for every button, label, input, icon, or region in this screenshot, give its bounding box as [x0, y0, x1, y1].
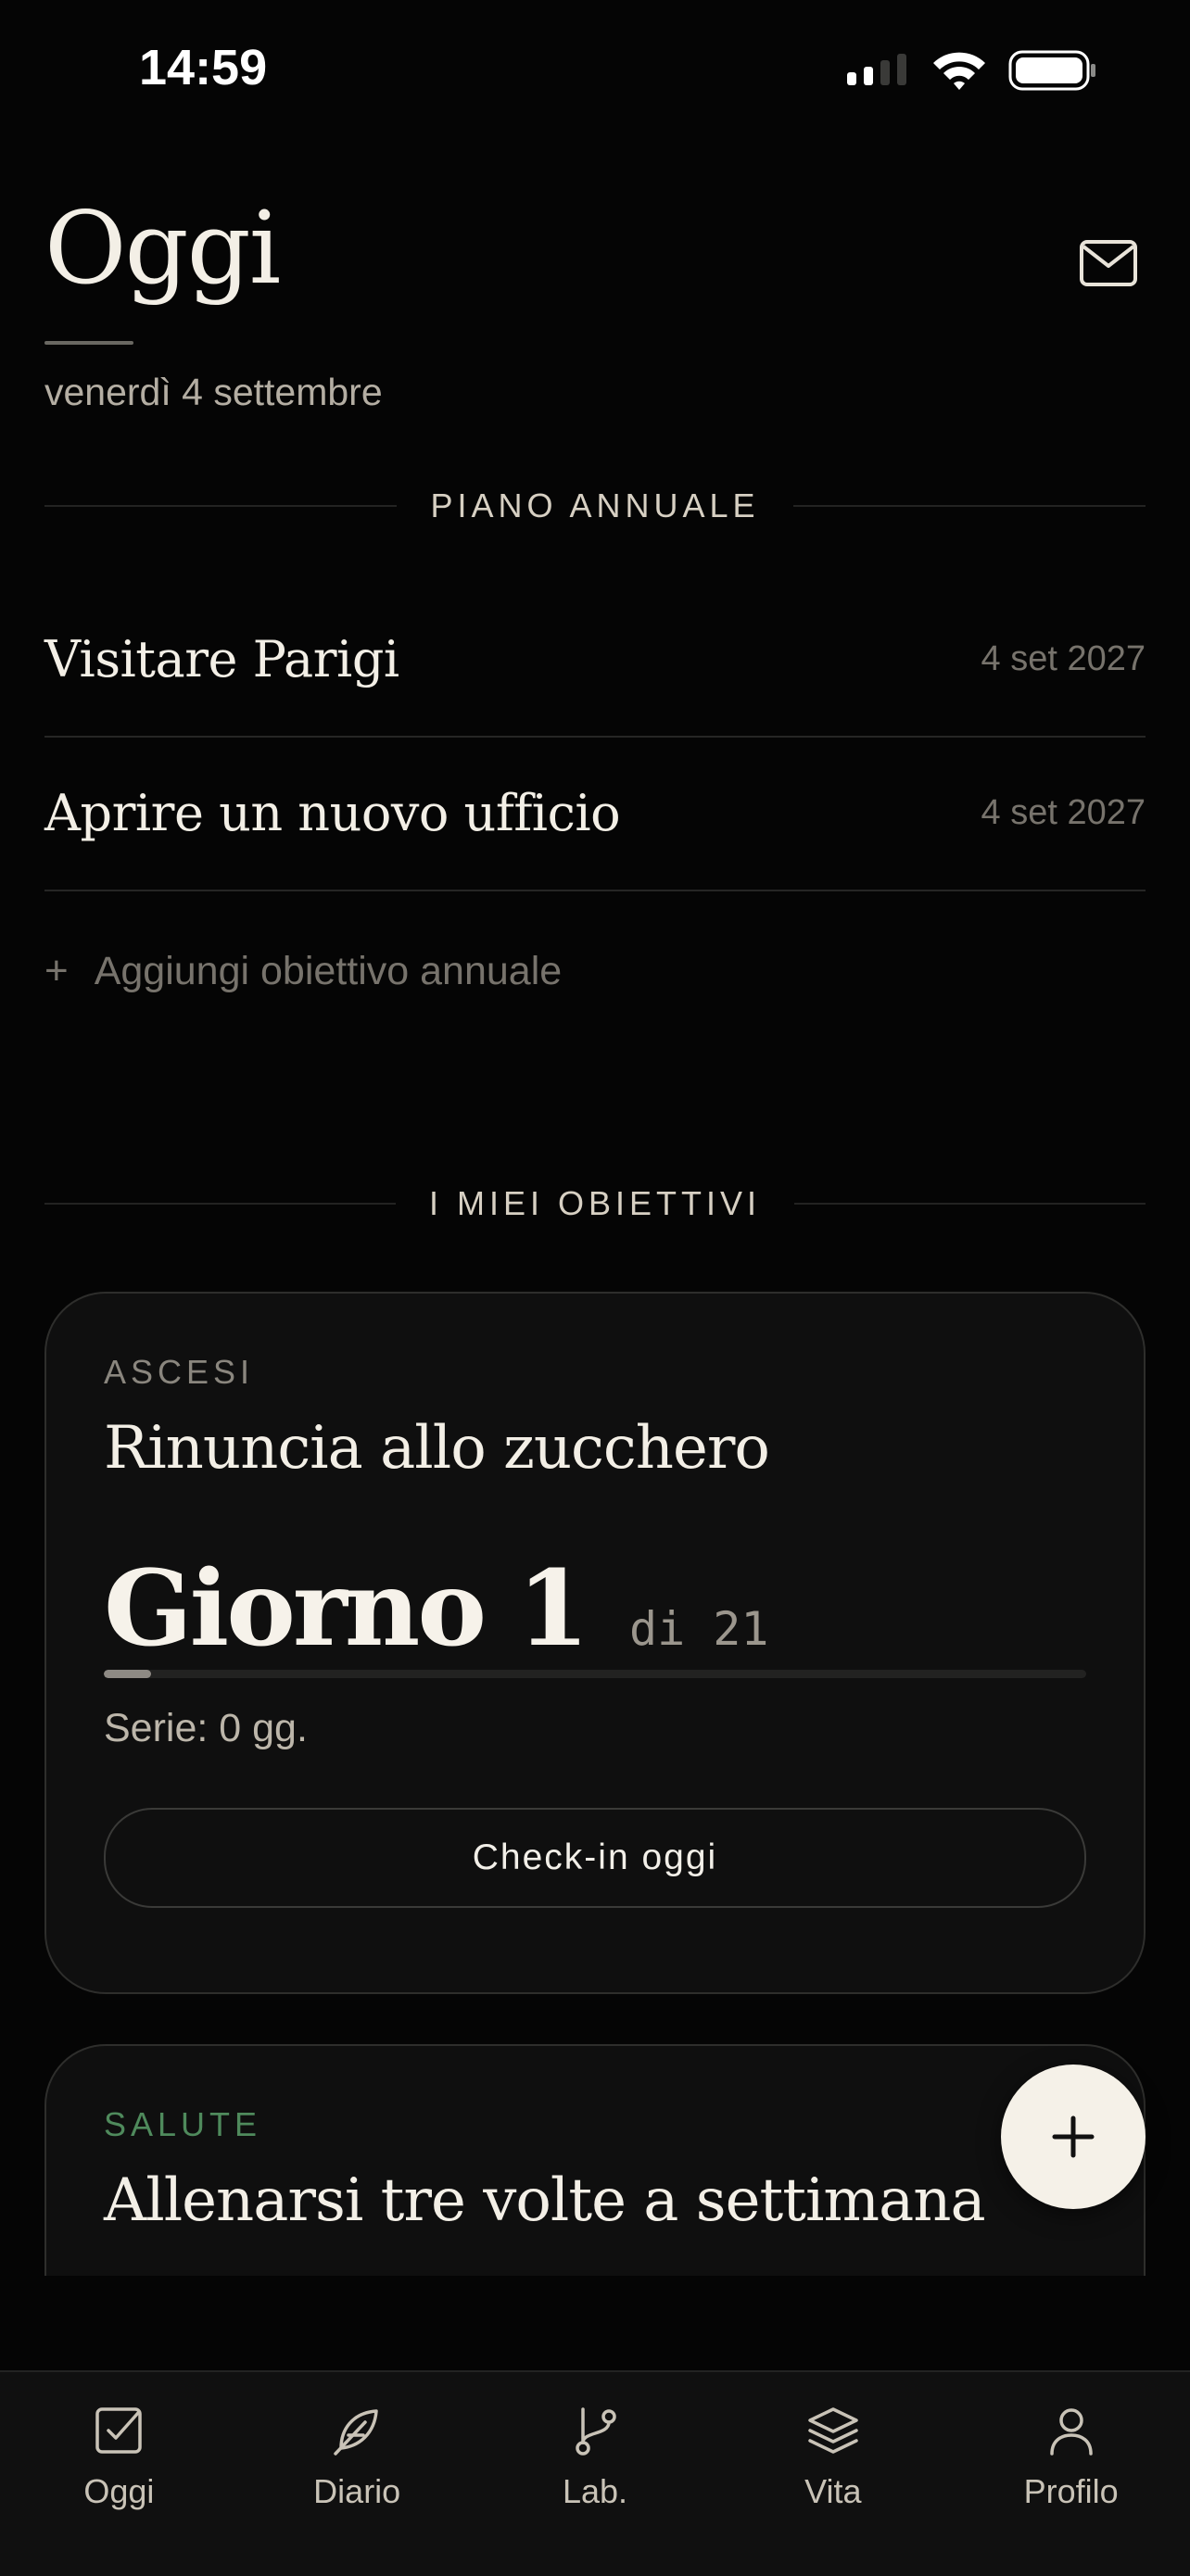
plus-icon — [1052, 2115, 1095, 2158]
my-goals-heading-label: I MIEI OBIETTIVI — [428, 1184, 762, 1222]
annual-goal-name: Aprire un nuovo ufficio — [44, 783, 621, 842]
add-annual-goal-button[interactable]: + Aggiungi obiettivo annuale — [44, 936, 562, 1006]
git-branch-icon — [576, 2407, 616, 2456]
goal-title: Rinuncia allo zucchero — [104, 1414, 770, 1483]
status-icons — [845, 48, 1097, 93]
streak-label: Serie: 0 gg. — [104, 1706, 308, 1750]
mail-button[interactable] — [1079, 239, 1138, 287]
goal-card[interactable]: ASCESI Rinuncia allo zucchero Giorno 1 d… — [44, 1292, 1146, 1994]
annual-plan-heading: PIANO ANNUALE — [44, 483, 1146, 529]
page-date: venerdì 4 settembre — [44, 371, 383, 413]
status-time: 14:59 — [139, 40, 268, 95]
annual-goal-item[interactable]: Aprire un nuovo ufficio 4 set 2027 — [44, 736, 1146, 891]
goal-card[interactable]: SALUTE Allenarsi tre volte a settimana — [44, 2044, 1146, 2276]
tab-diario[interactable]: Diario — [238, 2372, 476, 2576]
goal-category: ASCESI — [104, 1353, 255, 1391]
mail-icon — [1080, 240, 1137, 286]
annual-goal-date: 4 set 2027 — [981, 792, 1146, 832]
title-underline — [44, 341, 133, 345]
cellular-signal-icon — [847, 54, 906, 85]
add-goal-fab[interactable] — [1001, 2065, 1146, 2209]
day-total: di 21 — [628, 1602, 769, 1656]
annual-goal-date: 4 set 2027 — [981, 638, 1146, 678]
divider — [44, 505, 398, 507]
feather-icon — [334, 2409, 378, 2456]
layers-icon — [808, 2407, 858, 2454]
battery-icon — [1008, 50, 1095, 91]
plus-icon: + — [44, 948, 69, 993]
divider — [794, 1203, 1146, 1205]
tab-bar: Oggi Diario Lab. Vita Profilo — [0, 2370, 1190, 2576]
tab-oggi[interactable]: Oggi — [0, 2372, 238, 2576]
progress-bar — [104, 1670, 1086, 1678]
tab-label: Diario — [313, 2472, 401, 2510]
progress-fill — [104, 1670, 151, 1678]
checkin-button[interactable]: Check-in oggi — [104, 1808, 1086, 1908]
tab-profilo[interactable]: Profilo — [952, 2372, 1190, 2576]
goal-category: SALUTE — [104, 2105, 262, 2143]
my-goals-heading: I MIEI OBIETTIVI — [44, 1181, 1146, 1227]
day-label: Giorno 1 — [104, 1548, 589, 1670]
annual-goal-name: Visitare Parigi — [44, 629, 399, 688]
user-icon — [1049, 2408, 1093, 2456]
tab-lab[interactable]: Lab. — [476, 2372, 715, 2576]
tab-label: Vita — [804, 2472, 862, 2510]
annual-plan-heading-label: PIANO ANNUALE — [430, 486, 760, 524]
checkbox-icon — [95, 2407, 143, 2454]
page-title: Oggi — [44, 191, 281, 307]
add-annual-goal-label: Aggiungi obiettivo annuale — [94, 948, 563, 993]
tab-label: Oggi — [83, 2472, 155, 2510]
tab-label: Lab. — [562, 2472, 628, 2510]
day-counter: Giorno 1 di 21 — [104, 1548, 768, 1670]
divider — [44, 1203, 396, 1205]
divider — [792, 505, 1146, 507]
tab-label: Profilo — [1023, 2472, 1119, 2510]
wifi-icon — [933, 52, 985, 90]
annual-goal-item[interactable]: Visitare Parigi 4 set 2027 — [44, 582, 1146, 738]
tab-vita[interactable]: Vita — [714, 2372, 952, 2576]
goal-title: Allenarsi tre volte a settimana — [104, 2166, 986, 2235]
